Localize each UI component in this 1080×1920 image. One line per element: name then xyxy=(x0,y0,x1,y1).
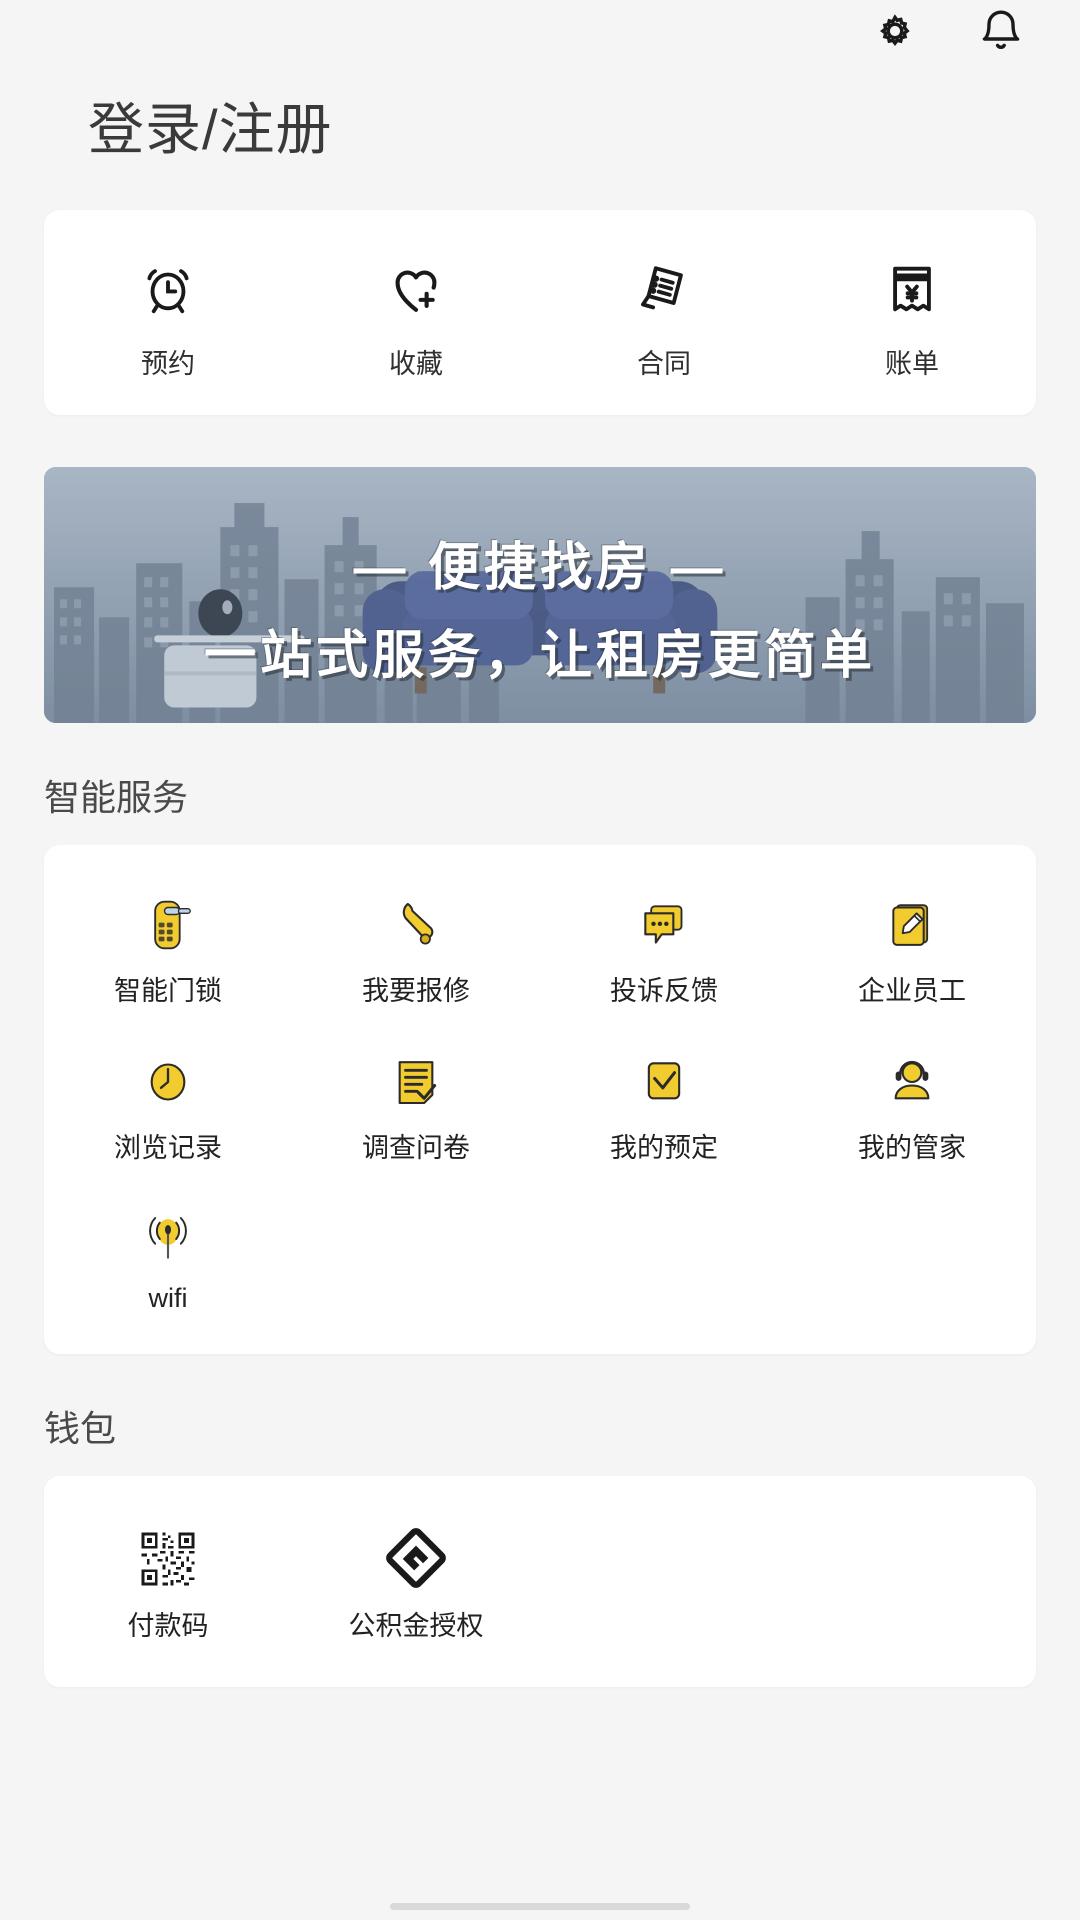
gear-icon xyxy=(871,7,919,60)
headset-person-icon xyxy=(884,1048,940,1110)
top-bar xyxy=(0,0,1080,62)
service-browsing-history[interactable]: 浏览记录 xyxy=(44,1048,292,1165)
contract-document-icon xyxy=(635,254,693,324)
wallet-housing-fund-auth[interactable]: 公积金授权 xyxy=(292,1526,540,1643)
app-screen: 登录/注册 预约 收藏 合同 账单 — 便捷找房 — 一站式服务，让租房更简单 … xyxy=(0,0,1080,1920)
wallet-empty-slot xyxy=(788,1526,1036,1643)
wallet-label: 公积金授权 xyxy=(348,1611,484,1642)
receipt-yuan-icon xyxy=(883,254,941,324)
page-title-wrap: 登录/注册 xyxy=(0,62,1080,162)
bell-icon xyxy=(977,7,1025,60)
service-my-housekeeper[interactable]: 我的管家 xyxy=(788,1048,1036,1165)
heart-plus-icon xyxy=(387,254,445,324)
notifications-button[interactable] xyxy=(974,6,1028,60)
survey-checklist-icon xyxy=(388,1048,444,1110)
quick-action-appointment[interactable]: 预约 xyxy=(44,254,292,381)
wallet-heading: 钱包 xyxy=(44,1408,117,1450)
service-label: 企业员工 xyxy=(858,976,966,1007)
quick-action-label: 收藏 xyxy=(389,349,443,380)
service-company-employee[interactable]: 企业员工 xyxy=(788,891,1036,1008)
service-label: wifi xyxy=(148,1283,188,1314)
wifi-broadcast-icon xyxy=(140,1205,196,1267)
quick-actions-card: 预约 收藏 合同 账单 xyxy=(44,210,1036,416)
qr-code-icon xyxy=(139,1526,197,1589)
wallet-card: 付款码 公积金授权 xyxy=(44,1476,1036,1688)
smart-services-card: 智能门锁 我要报修 投诉反馈 企业员工 浏览记录 调查问卷 我的预定 我的管家 … xyxy=(44,845,1036,1355)
housing-fund-diamond-icon xyxy=(386,1526,446,1589)
promo-banner[interactable]: — 便捷找房 — 一站式服务，让租房更简单 xyxy=(44,467,1036,724)
quick-action-bill[interactable]: 账单 xyxy=(788,254,1036,381)
wallet-empty-slot xyxy=(540,1526,788,1643)
service-label: 浏览记录 xyxy=(114,1133,222,1164)
smart-services-grid: 智能门锁 我要报修 投诉反馈 企业员工 浏览记录 调查问卷 我的预定 我的管家 … xyxy=(44,891,1036,1314)
wallet-grid: 付款码 公积金授权 xyxy=(44,1526,1036,1643)
service-label: 智能门锁 xyxy=(114,976,222,1007)
service-smart-door-lock[interactable]: 智能门锁 xyxy=(44,891,292,1008)
banner-line-1: — 便捷找房 — xyxy=(353,539,727,598)
service-label: 我的管家 xyxy=(858,1133,966,1164)
checkmark-square-icon xyxy=(636,1048,692,1110)
banner-line-2: 一站式服务，让租房更简单 xyxy=(203,627,876,686)
wallet-payment-code[interactable]: 付款码 xyxy=(44,1526,292,1643)
quick-action-label: 预约 xyxy=(141,349,195,380)
alarm-clock-icon xyxy=(139,254,197,324)
settings-button[interactable] xyxy=(868,6,922,60)
quick-action-label: 合同 xyxy=(637,349,691,380)
service-my-booking[interactable]: 我的预定 xyxy=(540,1048,788,1165)
service-wifi[interactable]: wifi xyxy=(44,1205,292,1314)
quick-action-favorites[interactable]: 收藏 xyxy=(292,254,540,381)
service-complaint-feedback[interactable]: 投诉反馈 xyxy=(540,891,788,1008)
quick-actions-grid: 预约 收藏 合同 账单 xyxy=(44,254,1036,381)
service-label: 我的预定 xyxy=(610,1133,718,1164)
service-repair-request[interactable]: 我要报修 xyxy=(292,891,540,1008)
quick-action-contract[interactable]: 合同 xyxy=(540,254,788,381)
home-indicator xyxy=(390,1903,690,1910)
wallet-label: 付款码 xyxy=(127,1611,209,1642)
service-label: 我要报修 xyxy=(362,976,470,1007)
quick-action-label: 账单 xyxy=(885,349,939,380)
page-title[interactable]: 登录/注册 xyxy=(88,98,1080,162)
service-label: 调查问卷 xyxy=(362,1133,470,1164)
smart-door-lock-icon xyxy=(140,891,196,953)
speech-bubble-icon xyxy=(636,891,692,953)
smart-services-heading: 智能服务 xyxy=(44,777,189,819)
service-survey-questionnaire[interactable]: 调查问卷 xyxy=(292,1048,540,1165)
clock-history-icon xyxy=(140,1048,196,1110)
service-label: 投诉反馈 xyxy=(610,976,718,1007)
wrench-repair-icon xyxy=(388,891,444,953)
notebook-pencil-icon xyxy=(884,891,940,953)
